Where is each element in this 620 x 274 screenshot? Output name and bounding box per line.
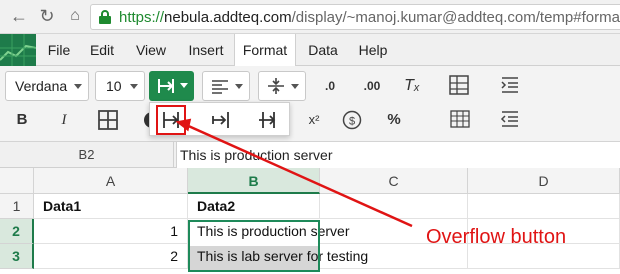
indent-icon[interactable] <box>500 76 520 94</box>
cell-a1[interactable]: Data1 <box>34 194 188 219</box>
menu-bar: File Edit View Insert Format Data Help <box>0 34 620 67</box>
column-header-b[interactable]: B <box>188 168 320 194</box>
menu-edit[interactable]: Edit <box>80 34 124 66</box>
italic-button[interactable]: I <box>50 106 78 134</box>
menu-insert[interactable]: Insert <box>178 34 234 66</box>
cell-c1[interactable] <box>320 194 468 219</box>
decrease-decimal-icon[interactable]: .0 <box>316 72 344 100</box>
vertical-align-icon <box>268 78 284 94</box>
clip-text-icon[interactable] <box>256 107 282 133</box>
chevron-down-icon <box>235 84 243 89</box>
url-host: nebula.addteq.com <box>164 9 292 26</box>
back-arrow-icon[interactable]: ← <box>8 5 30 27</box>
url-path: /display/~manoj.kumar@addteq.com/temp#fo… <box>291 9 620 26</box>
url-protocol: https:// <box>119 9 165 26</box>
url-text: https://nebula.addteq.com/display/~manoj… <box>119 9 620 26</box>
row-header-3[interactable]: 3 <box>0 244 34 269</box>
row-header-2[interactable]: 2 <box>0 219 34 244</box>
grid-icon[interactable] <box>450 110 470 128</box>
chevron-down-icon <box>291 84 299 89</box>
cell-reference-box[interactable]: B2 <box>0 142 174 168</box>
chevron-down-icon <box>130 84 138 89</box>
cell-b1[interactable]: Data2 <box>188 194 320 219</box>
menu-help[interactable]: Help <box>350 34 396 66</box>
chart-logo-icon <box>0 34 37 66</box>
browser-address-bar: ← ↻ ⌂ https://nebula.addteq.com/display/… <box>0 0 620 34</box>
menu-view[interactable]: View <box>127 34 175 66</box>
menu-format[interactable]: Format <box>234 34 296 67</box>
svg-text:$: $ <box>349 116 355 128</box>
spreadsheet-grid: A B C D 1 Data1 Data2 2 1 3 2 This is pr… <box>0 168 620 274</box>
table-icon[interactable] <box>448 74 470 96</box>
cell-d1[interactable] <box>468 194 620 219</box>
vertical-align-dropdown[interactable] <box>258 71 306 101</box>
percent-button[interactable]: % <box>380 106 408 134</box>
chevron-down-icon <box>74 84 82 89</box>
app-logo <box>0 34 37 66</box>
menu-data[interactable]: Data <box>299 34 347 66</box>
select-all-corner[interactable] <box>0 168 34 194</box>
font-size-value: 10 <box>106 78 122 94</box>
annotation-label: Overflow button <box>426 226 567 248</box>
url-field[interactable]: https://nebula.addteq.com/display/~manoj… <box>90 4 620 30</box>
menu-file[interactable]: File <box>40 34 78 66</box>
currency-icon[interactable]: $ <box>342 110 362 130</box>
formula-bar: B2 This is production server <box>0 142 620 168</box>
chevron-down-icon <box>180 83 188 88</box>
lock-icon <box>99 10 111 24</box>
superscript-button[interactable]: x² <box>300 106 328 134</box>
clear-format-icon[interactable]: Tₓ <box>398 72 426 100</box>
increase-decimal-icon[interactable]: .00 <box>358 72 386 100</box>
merge-cells-button[interactable] <box>149 71 194 101</box>
merge-icon <box>158 79 174 93</box>
font-family-value: Verdana <box>15 78 68 94</box>
font-size-dropdown[interactable]: 10 <box>95 71 145 101</box>
cell-a3[interactable]: 2 <box>34 244 188 269</box>
column-header-a[interactable]: A <box>34 168 188 194</box>
outdent-icon[interactable] <box>500 110 520 128</box>
cell-b3[interactable]: This is lab server for testing <box>188 244 368 269</box>
merge-options-popup <box>149 102 290 136</box>
bold-button[interactable]: B <box>8 106 36 134</box>
font-family-dropdown[interactable]: Verdana <box>5 71 89 101</box>
overflow-button[interactable] <box>156 105 186 135</box>
formula-input[interactable]: This is production server <box>176 142 620 168</box>
column-header-d[interactable]: D <box>468 168 620 194</box>
home-icon[interactable]: ⌂ <box>64 5 86 27</box>
reload-icon[interactable]: ↻ <box>36 5 58 27</box>
cell-b2[interactable]: This is production server <box>188 219 350 244</box>
format-toolbar: Verdana 10 .0 .00 Tₓ B I x² $ % <box>0 66 620 142</box>
borders-icon[interactable] <box>97 109 119 131</box>
cell-a2[interactable]: 1 <box>34 219 188 244</box>
horizontal-align-dropdown[interactable] <box>202 71 250 101</box>
column-header-c[interactable]: C <box>320 168 468 194</box>
row-header-1[interactable]: 1 <box>0 194 34 219</box>
align-left-icon <box>212 80 228 94</box>
wrap-text-icon[interactable] <box>208 107 234 133</box>
